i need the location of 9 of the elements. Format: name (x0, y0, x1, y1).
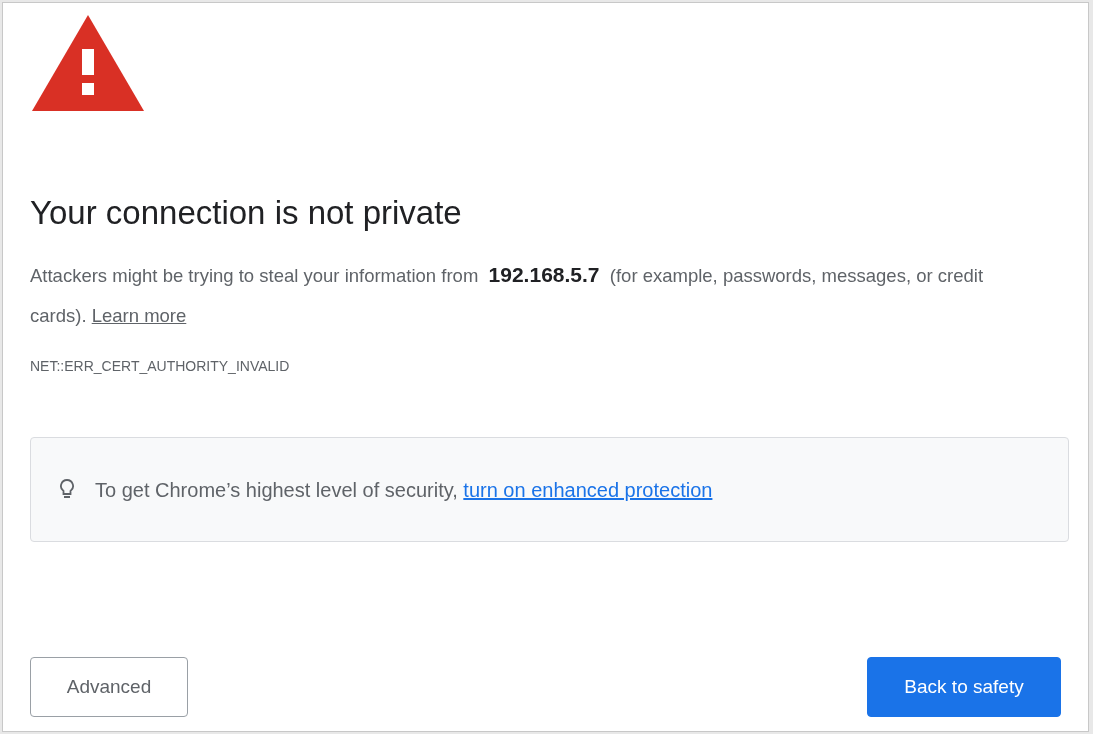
warning-icon (30, 13, 146, 113)
advanced-button[interactable]: Advanced (30, 657, 188, 717)
learn-more-link[interactable]: Learn more (91, 305, 187, 326)
back-button[interactable]: Back to safety (867, 657, 1061, 717)
page-heading: Your connection is not private (30, 193, 462, 233)
tip-message: To get Chrome’s highest level of security, turn on enhanced protection (95, 477, 713, 503)
error-code: NET::ERR_CERT_AUTHORITY_INVALID (30, 357, 290, 376)
enhanced-protection-link[interactable]: turn on enhanced protection (463, 478, 713, 501)
warning-message: Attackers might be trying to steal your information from 192.168.5.7 (for example, passwords, messages, or credit cards). Learn more (30, 262, 985, 328)
